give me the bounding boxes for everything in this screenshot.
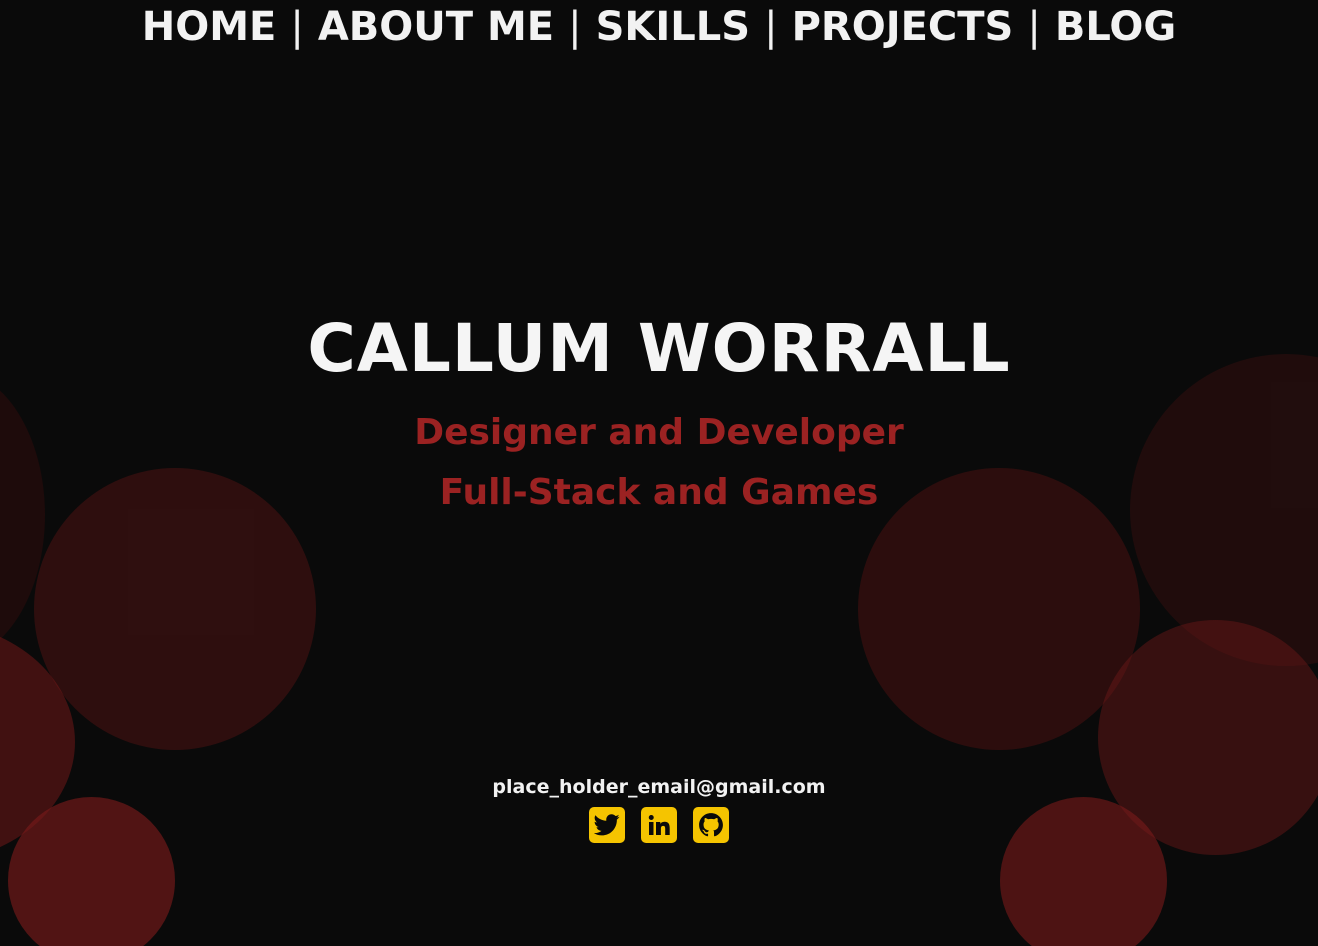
twitter-icon bbox=[594, 814, 620, 836]
github-link[interactable] bbox=[693, 807, 729, 843]
twitter-link[interactable] bbox=[589, 807, 625, 843]
page: HOME | ABOUT ME | SKILLS | PROJECTS | BLOG CALLU… bbox=[0, 0, 1318, 946]
nav-separator: | bbox=[290, 4, 304, 50]
linkedin-icon bbox=[648, 815, 670, 835]
contact-email[interactable]: place_holder_email@gmail.com bbox=[0, 776, 1318, 798]
hero-subtitle-roles: Designer and Developer bbox=[414, 412, 904, 453]
nav-item-home[interactable]: HOME bbox=[142, 4, 277, 50]
nav-item-about-me[interactable]: ABOUT ME bbox=[318, 4, 554, 50]
hero-subtitle-focus: Full-Stack and Games bbox=[439, 472, 879, 513]
social-links bbox=[0, 807, 1318, 843]
nav-item-blog[interactable]: BLOG bbox=[1055, 4, 1176, 50]
nav-separator: | bbox=[568, 4, 582, 50]
github-icon bbox=[699, 813, 723, 837]
hero-name: CALLUM WORRALL bbox=[307, 310, 1011, 387]
main-nav: HOME | ABOUT ME | SKILLS | PROJECTS | BLOG bbox=[0, 4, 1318, 50]
nav-separator: | bbox=[1027, 4, 1041, 50]
nav-separator: | bbox=[764, 4, 778, 50]
nav-item-skills[interactable]: SKILLS bbox=[596, 4, 750, 50]
linkedin-link[interactable] bbox=[641, 807, 677, 843]
nav-item-projects[interactable]: PROJECTS bbox=[792, 4, 1014, 50]
